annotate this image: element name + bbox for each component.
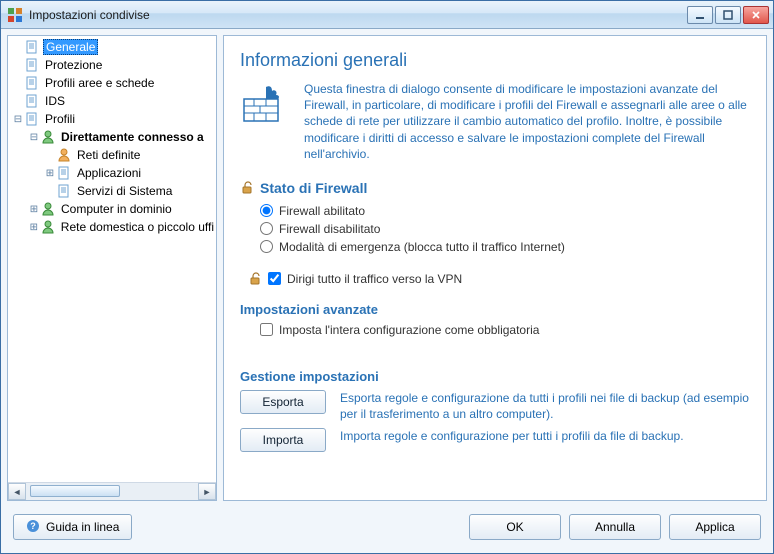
vpn-checkbox-label: Dirigi tutto il traffico verso la VPN <box>287 272 462 286</box>
mandatory-config-row[interactable]: Imposta l'intera configurazione come obb… <box>240 321 750 339</box>
twist-spacer <box>44 185 56 197</box>
lock-open-icon <box>248 272 262 286</box>
page-title: Informazioni generali <box>240 50 750 71</box>
user-icon <box>40 219 56 235</box>
maximize-button[interactable] <box>715 6 741 24</box>
vpn-checkbox[interactable] <box>268 272 281 285</box>
radio-disabled-label: Firewall disabilitato <box>279 222 380 236</box>
twist-spacer <box>12 95 24 107</box>
tree-item-label: Protezione <box>43 58 104 72</box>
radio-firewall-enabled[interactable]: Firewall abilitato <box>240 202 750 220</box>
doc-icon <box>24 57 40 73</box>
tree-item[interactable]: ⊟ Direttamente connesso a <box>8 128 216 146</box>
minimize-button[interactable] <box>687 6 713 24</box>
tree-item-label: Profili <box>43 112 77 126</box>
status-heading: Stato di Firewall <box>240 180 750 196</box>
dialog-footer: ? Guida in linea OK Annulla Applica <box>7 507 767 547</box>
tree-item[interactable]: IDS <box>8 92 216 110</box>
scroll-right-arrow[interactable]: ► <box>198 483 216 500</box>
tree-item-label: Reti definite <box>75 148 142 162</box>
advanced-heading: Impostazioni avanzate <box>240 302 750 317</box>
mandatory-config-label: Imposta l'intera configurazione come obb… <box>279 323 539 337</box>
twist-spacer <box>12 41 24 53</box>
window-title: Impostazioni condivise <box>29 8 687 22</box>
tree-item[interactable]: Servizi di Sistema <box>8 182 216 200</box>
management-heading: Gestione impostazioni <box>240 369 750 384</box>
scroll-thumb[interactable] <box>30 485 120 497</box>
radio-emergency-label: Modalità di emergenza (blocca tutto il t… <box>279 240 565 254</box>
radio-emergency-input[interactable] <box>260 240 273 253</box>
export-button[interactable]: Esporta <box>240 390 326 414</box>
doc-icon <box>24 39 40 55</box>
import-description: Importa regole e configurazione per tutt… <box>340 428 750 444</box>
help-button-label: Guida in linea <box>46 520 119 534</box>
nav-tree[interactable]: Generale Protezione Profili aree e schede I… <box>8 36 216 482</box>
mandatory-config-checkbox[interactable] <box>260 323 273 336</box>
tree-item-label: Servizi di Sistema <box>75 184 174 198</box>
user-icon <box>40 201 56 217</box>
firewall-icon <box>240 81 286 127</box>
close-button[interactable] <box>743 6 769 24</box>
tree-item-label: Computer in dominio <box>59 202 174 216</box>
tree-item-label: Rete domestica o piccolo uffi <box>59 220 216 234</box>
scroll-left-arrow[interactable]: ◄ <box>8 483 26 500</box>
tree-item[interactable]: ⊞ Applicazioni <box>8 164 216 182</box>
twist-spacer <box>44 149 56 161</box>
tree-item[interactable]: Reti definite <box>8 146 216 164</box>
doc-icon <box>24 75 40 91</box>
status-heading-text: Stato di Firewall <box>260 180 367 196</box>
radio-disabled-input[interactable] <box>260 222 273 235</box>
radio-firewall-disabled[interactable]: Firewall disabilitato <box>240 220 750 238</box>
apply-button[interactable]: Applica <box>669 514 761 540</box>
app-icon <box>7 7 23 23</box>
horizontal-scrollbar[interactable]: ◄ ► <box>8 482 216 500</box>
help-icon: ? <box>26 519 40 536</box>
tree-item[interactable]: ⊞ Rete domestica o piccolo uffi <box>8 218 216 236</box>
radio-enabled-label: Firewall abilitato <box>279 204 365 218</box>
import-button[interactable]: Importa <box>240 428 326 452</box>
tree-item-label: Generale <box>43 39 98 55</box>
dialog-window: Impostazioni condivise Generale Protezion… <box>0 0 774 554</box>
export-description: Esporta regole e configurazione da tutti… <box>340 390 750 422</box>
expand-icon[interactable]: ⊞ <box>44 167 56 179</box>
doc-icon <box>24 93 40 109</box>
tree-item[interactable]: ⊞ Computer in dominio <box>8 200 216 218</box>
lock-open-icon <box>240 181 254 195</box>
scroll-track[interactable] <box>26 483 198 500</box>
tree-item-label: Profili aree e schede <box>43 76 156 90</box>
doc-icon <box>24 111 40 127</box>
nav-tree-pane: Generale Protezione Profili aree e schede I… <box>7 35 217 501</box>
tree-item-label: Applicazioni <box>75 166 143 180</box>
collapse-icon[interactable]: ⊟ <box>28 131 40 143</box>
collapse-icon[interactable]: ⊟ <box>12 113 24 125</box>
titlebar[interactable]: Impostazioni condivise <box>1 1 773 29</box>
cancel-button[interactable]: Annulla <box>569 514 661 540</box>
tree-item[interactable]: Profili aree e schede <box>8 74 216 92</box>
tree-item[interactable]: Protezione <box>8 56 216 74</box>
tree-item[interactable]: ⊟ Profili <box>8 110 216 128</box>
content-pane: Informazioni generali <box>223 35 767 501</box>
expand-icon[interactable]: ⊞ <box>28 221 40 233</box>
expand-icon[interactable]: ⊞ <box>28 203 40 215</box>
radio-emergency-mode[interactable]: Modalità di emergenza (blocca tutto il t… <box>240 238 750 256</box>
ok-button[interactable]: OK <box>469 514 561 540</box>
twist-spacer <box>12 77 24 89</box>
help-button[interactable]: ? Guida in linea <box>13 514 132 540</box>
doc-icon <box>56 183 72 199</box>
radio-enabled-input[interactable] <box>260 204 273 217</box>
tree-item[interactable]: Generale <box>8 38 216 56</box>
user-orange-icon <box>56 147 72 163</box>
user-icon <box>40 129 56 145</box>
tree-item-label: IDS <box>43 94 67 108</box>
doc-icon <box>56 165 72 181</box>
intro-text: Questa finestra di dialogo consente di m… <box>304 81 750 162</box>
tree-item-label: Direttamente connesso a <box>59 130 206 144</box>
svg-text:?: ? <box>30 521 36 531</box>
twist-spacer <box>12 59 24 71</box>
